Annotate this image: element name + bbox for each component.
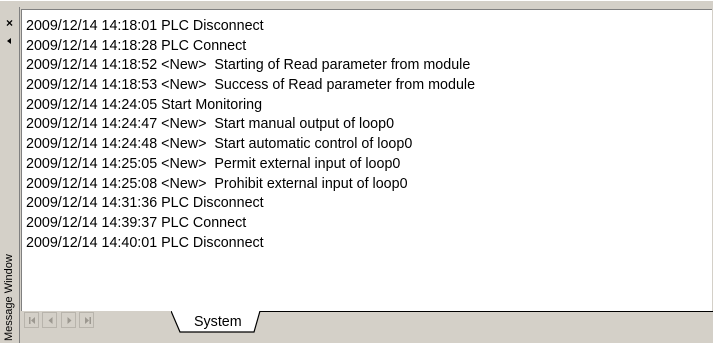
close-icon[interactable]: × xyxy=(3,17,16,29)
window-title: Message Window xyxy=(3,254,15,341)
message-line[interactable]: 2009/12/14 14:24:48 <New> Start automati… xyxy=(26,135,712,155)
tab-system-label: System xyxy=(194,314,242,330)
pin-icon[interactable] xyxy=(3,35,16,47)
message-line[interactable]: 2009/12/14 14:39:37 PLC Connect xyxy=(26,214,712,234)
message-list: 2009/12/14 14:18:01 PLC Disconnect 2009/… xyxy=(22,10,712,253)
message-line[interactable]: 2009/12/14 14:40:01 PLC Disconnect xyxy=(26,234,712,254)
message-list-pane[interactable]: 2009/12/14 14:18:01 PLC Disconnect 2009/… xyxy=(21,9,712,311)
top-strip xyxy=(0,0,713,8)
tab-divider xyxy=(189,311,713,312)
next-tab-icon[interactable] xyxy=(61,312,76,328)
message-line[interactable]: 2009/12/14 14:24:05 Start Monitoring xyxy=(26,96,712,116)
message-line[interactable]: 2009/12/14 14:24:47 <New> Start manual o… xyxy=(26,115,712,135)
message-line[interactable]: 2009/12/14 14:25:08 <New> Prohibit exter… xyxy=(26,175,712,195)
message-line[interactable]: 2009/12/14 14:18:53 <New> Success of Rea… xyxy=(26,76,712,96)
message-line[interactable]: 2009/12/14 14:18:01 PLC Disconnect xyxy=(26,17,712,37)
last-tab-icon[interactable] xyxy=(79,312,94,328)
tab-bar: System xyxy=(21,311,713,343)
message-window-caption-bar: × Message Window xyxy=(0,7,20,343)
message-line[interactable]: 2009/12/14 14:18:28 PLC Connect xyxy=(26,37,712,57)
message-line[interactable]: 2009/12/14 14:31:36 PLC Disconnect xyxy=(26,194,712,214)
tab-system[interactable]: System xyxy=(171,311,267,333)
prev-tab-icon[interactable] xyxy=(42,312,57,328)
first-tab-icon[interactable] xyxy=(24,312,39,328)
message-line[interactable]: 2009/12/14 14:18:52 <New> Starting of Re… xyxy=(26,56,712,76)
message-line[interactable]: 2009/12/14 14:25:05 <New> Permit externa… xyxy=(26,155,712,175)
